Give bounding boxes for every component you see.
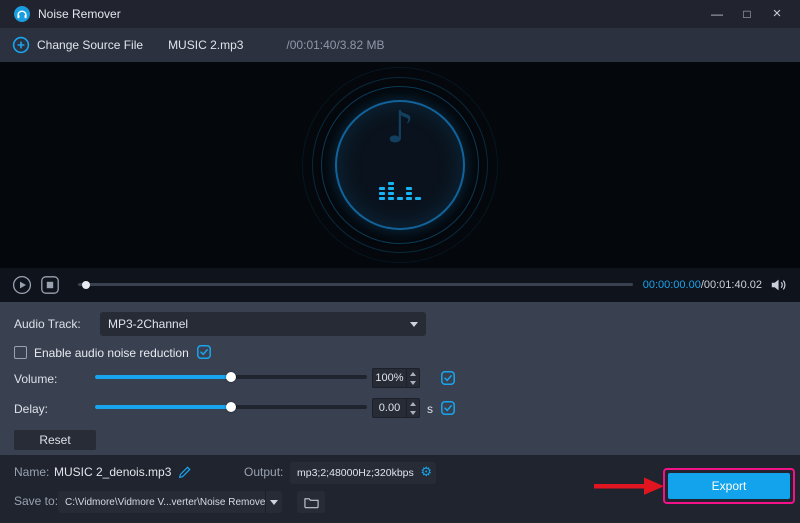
volume-spinbox[interactable]: 100% bbox=[372, 368, 420, 388]
noise-reduction-label: Enable audio noise reduction bbox=[34, 346, 189, 360]
delay-handle[interactable] bbox=[226, 402, 236, 412]
chevron-down-icon bbox=[270, 500, 278, 505]
close-button[interactable]: × bbox=[762, 0, 792, 28]
chevron-down-icon bbox=[410, 322, 418, 327]
audio-track-label: Audio Track: bbox=[14, 317, 81, 331]
export-button[interactable]: Export bbox=[668, 473, 790, 499]
audio-track-value: MP3-2Channel bbox=[108, 317, 410, 331]
volume-spin-down-icon[interactable] bbox=[407, 378, 419, 387]
source-file-info: /00:01:40/3.82 MB bbox=[286, 38, 384, 52]
output-format-value: mp3;2;48000Hz;320kbps bbox=[297, 467, 420, 479]
output-label: Output: bbox=[244, 465, 283, 479]
volume-spinners bbox=[406, 369, 419, 387]
delay-spinbox[interactable]: 0.00 bbox=[372, 398, 420, 418]
audio-disc: ♪ bbox=[335, 100, 465, 230]
delay-value: 0.00 bbox=[373, 399, 406, 417]
audio-preview-area: ♪ bbox=[0, 62, 800, 268]
volume-slider[interactable] bbox=[95, 371, 367, 383]
delay-spin-down-icon[interactable] bbox=[407, 408, 419, 417]
volume-label: Volume: bbox=[14, 372, 57, 386]
current-time: 00:00:00.00 bbox=[643, 279, 701, 291]
delay-apply-to-all-icon[interactable] bbox=[440, 400, 456, 416]
window-controls: — □ × bbox=[702, 0, 792, 28]
volume-spin-up-icon[interactable] bbox=[407, 369, 419, 378]
output-format-select[interactable]: mp3;2;48000Hz;320kbps ⚙ bbox=[290, 462, 436, 484]
audio-track-select[interactable]: MP3-2Channel bbox=[100, 312, 426, 336]
noise-remover-window: Noise Remover — □ × Change Source File M… bbox=[0, 0, 800, 523]
equalizer-bars-icon bbox=[377, 173, 423, 208]
save-path-value: C:\Vidmore\Vidmore V...verter\Noise Remo… bbox=[58, 497, 265, 508]
volume-handle[interactable] bbox=[226, 372, 236, 382]
play-button[interactable] bbox=[12, 275, 32, 295]
volume-value: 100% bbox=[373, 369, 406, 387]
noise-reduction-checkbox[interactable] bbox=[14, 346, 27, 359]
delay-spin-up-icon[interactable] bbox=[407, 399, 419, 408]
app-logo-headphones-icon bbox=[14, 6, 30, 22]
window-title: Noise Remover bbox=[38, 7, 121, 21]
change-source-file-button[interactable]: Change Source File bbox=[12, 36, 143, 54]
settings-panel: Audio Track: MP3-2Channel Enable audio n… bbox=[0, 302, 800, 455]
time-display: 00:00:00.00/00:01:40.02 bbox=[643, 279, 762, 291]
maximize-button[interactable]: □ bbox=[732, 0, 762, 28]
minimize-button[interactable]: — bbox=[702, 0, 732, 28]
source-file-name: MUSIC 2.mp3 bbox=[168, 38, 243, 52]
speaker-volume-icon[interactable] bbox=[770, 277, 788, 293]
delay-slider[interactable] bbox=[95, 401, 367, 413]
delay-label: Delay: bbox=[14, 402, 48, 416]
delay-unit: s bbox=[427, 402, 433, 416]
titlebar: Noise Remover — □ × bbox=[0, 0, 800, 28]
seek-track bbox=[78, 283, 633, 286]
save-path-select[interactable]: C:\Vidmore\Vidmore V...verter\Noise Remo… bbox=[58, 491, 282, 513]
edit-pencil-icon[interactable] bbox=[178, 464, 193, 479]
output-file-name: MUSIC 2_denois.mp3 bbox=[54, 465, 171, 479]
apply-to-all-icon[interactable] bbox=[196, 344, 212, 360]
volume-fill bbox=[95, 375, 231, 379]
delay-spinners bbox=[406, 399, 419, 417]
save-to-label: Save to: bbox=[14, 494, 58, 508]
seek-handle[interactable] bbox=[82, 281, 90, 289]
save-path-dropdown[interactable] bbox=[265, 491, 282, 513]
name-label: Name: bbox=[14, 465, 49, 479]
total-duration: /00:01:40.02 bbox=[701, 279, 762, 291]
seek-slider[interactable] bbox=[78, 275, 633, 295]
volume-apply-to-all-icon[interactable] bbox=[440, 370, 456, 386]
browse-folder-button[interactable] bbox=[297, 491, 325, 513]
plus-circle-icon bbox=[12, 36, 30, 54]
player-bar: 00:00:00.00/00:01:40.02 bbox=[0, 268, 800, 302]
stop-button[interactable] bbox=[40, 275, 60, 295]
folder-icon bbox=[304, 496, 319, 509]
delay-fill bbox=[95, 405, 231, 409]
gear-icon[interactable]: ⚙ bbox=[420, 462, 432, 484]
reset-button[interactable]: Reset bbox=[14, 430, 96, 450]
change-source-label: Change Source File bbox=[37, 38, 143, 52]
music-note-icon: ♪ bbox=[386, 106, 414, 150]
toolbar: Change Source File MUSIC 2.mp3 /00:01:40… bbox=[0, 28, 800, 62]
